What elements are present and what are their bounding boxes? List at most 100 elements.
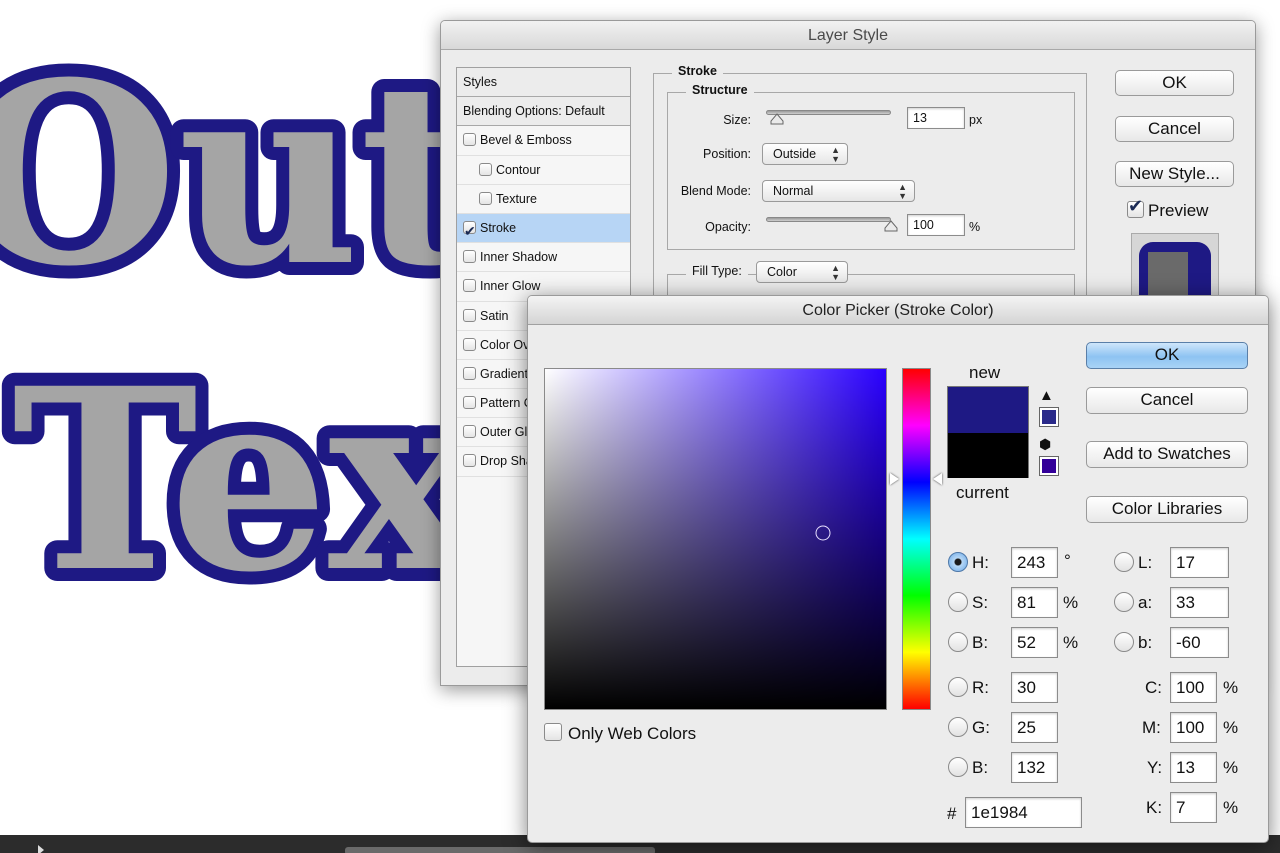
effect-checkbox[interactable]: [479, 162, 492, 176]
saturation-radio[interactable]: [948, 592, 968, 612]
web-safe-cube-icon[interactable]: ⬢: [1039, 436, 1051, 453]
green-radio[interactable]: [948, 717, 968, 737]
b-channel-radio[interactable]: [1114, 632, 1134, 652]
brightness-label: B:: [972, 633, 989, 652]
effect-item[interactable]: Contour: [457, 156, 630, 185]
effect-label: Stroke: [480, 220, 517, 235]
styles-header[interactable]: Styles: [457, 68, 630, 98]
updown-arrows-icon: ▲ ▼: [831, 263, 840, 282]
effect-label: Bevel & Emboss: [480, 133, 572, 148]
hue-slider-left-arrow-icon[interactable]: [890, 473, 899, 486]
yellow-input[interactable]: 13: [1170, 752, 1217, 783]
effect-item[interactable]: Bevel & Emboss: [457, 126, 630, 156]
position-label: Position:: [703, 147, 751, 161]
brightness-unit: %: [1063, 633, 1079, 652]
horizontal-scrollbar[interactable]: [345, 847, 655, 853]
opacity-slider-thumb[interactable]: [884, 220, 898, 232]
layer-style-cancel-button[interactable]: Cancel: [1115, 116, 1234, 142]
out-of-gamut-warning-icon[interactable]: ▲: [1039, 387, 1054, 404]
color-comparison-swatch: [947, 386, 1029, 478]
effect-checkbox[interactable]: [463, 308, 476, 322]
opacity-slider[interactable]: [766, 217, 891, 222]
position-select[interactable]: Outside ▲ ▼: [762, 143, 848, 165]
effect-checkbox[interactable]: [463, 366, 476, 380]
hex-input[interactable]: 1e1984: [965, 797, 1082, 828]
green-input[interactable]: 25: [1011, 712, 1058, 743]
red-input[interactable]: 30: [1011, 672, 1058, 703]
b-channel-input[interactable]: -60: [1170, 627, 1229, 658]
effect-label: Inner Shadow: [480, 250, 558, 265]
magenta-input[interactable]: 100: [1170, 712, 1217, 743]
effect-checkbox[interactable]: [463, 454, 476, 468]
a-channel-input[interactable]: 33: [1170, 587, 1229, 618]
effect-item[interactable]: Stroke: [457, 213, 630, 244]
red-label: R:: [972, 678, 989, 697]
size-slider[interactable]: [766, 110, 891, 115]
blending-options-item[interactable]: Blending Options: Default: [457, 97, 630, 127]
hue-input[interactable]: 243: [1011, 547, 1058, 578]
hue-slider[interactable]: [902, 368, 931, 710]
hue-radio[interactable]: [948, 552, 968, 572]
only-web-colors-checkbox[interactable]: Only Web Colors: [544, 723, 696, 744]
black-key-input[interactable]: 7: [1170, 792, 1217, 823]
only-web-colors-box[interactable]: [544, 723, 562, 741]
black-key-label: K:: [1146, 798, 1163, 817]
layer-style-ok-button[interactable]: OK: [1115, 70, 1234, 96]
effect-checkbox[interactable]: [463, 425, 476, 439]
fill-type-select[interactable]: Color ▲ ▼: [756, 261, 848, 283]
blue-input[interactable]: 132: [1011, 752, 1058, 783]
preview-checkbox-box[interactable]: [1127, 196, 1144, 218]
magenta-label: M:: [1142, 718, 1161, 737]
new-style-button[interactable]: New Style...: [1115, 161, 1234, 187]
lightness-input[interactable]: 17: [1170, 547, 1229, 578]
red-radio[interactable]: [948, 677, 968, 697]
effect-label: Texture: [496, 191, 537, 206]
a-channel-radio[interactable]: [1114, 592, 1134, 612]
effect-checkbox[interactable]: [463, 396, 476, 410]
gamut-correction-swatch[interactable]: [1039, 407, 1059, 427]
blue-radio[interactable]: [948, 757, 968, 777]
effect-checkbox[interactable]: [463, 250, 476, 264]
brightness-input[interactable]: 52: [1011, 627, 1058, 658]
a-channel-label: a:: [1138, 593, 1153, 612]
color-picker-title: Color Picker (Stroke Color): [528, 296, 1268, 325]
brightness-radio[interactable]: [948, 632, 968, 652]
effect-checkbox[interactable]: [463, 337, 476, 351]
effect-checkbox[interactable]: [463, 133, 476, 147]
effect-item[interactable]: Texture: [457, 185, 630, 214]
size-slider-thumb[interactable]: [770, 113, 784, 125]
effect-checkbox[interactable]: [479, 191, 492, 205]
color-libraries-button[interactable]: Color Libraries: [1086, 496, 1248, 523]
fill-type-label: Fill Type:: [686, 264, 748, 278]
effect-label: Satin: [480, 308, 509, 323]
cyan-label: C:: [1145, 678, 1162, 697]
color-picker-dialog: Color Picker (Stroke Color) new current …: [527, 295, 1269, 843]
web-safe-swatch[interactable]: [1039, 456, 1059, 476]
blue-label: B:: [972, 758, 989, 777]
saturation-input[interactable]: 81: [1011, 587, 1058, 618]
blend-mode-value: Normal: [773, 184, 814, 198]
saturation-unit: %: [1063, 593, 1079, 612]
effect-checkbox[interactable]: [463, 279, 476, 293]
size-input[interactable]: 13: [907, 107, 965, 129]
add-to-swatches-button[interactable]: Add to Swatches: [1086, 441, 1248, 468]
cyan-input[interactable]: 100: [1170, 672, 1217, 703]
color-selection-cursor[interactable]: [815, 525, 831, 541]
effect-item[interactable]: Inner Shadow: [457, 243, 630, 273]
effect-checkbox[interactable]: [463, 217, 476, 242]
lightness-radio[interactable]: [1114, 552, 1134, 572]
hue-slider-right-arrow-icon[interactable]: [933, 473, 942, 486]
expand-arrow-icon[interactable]: [38, 845, 44, 853]
sv-black-gradient: [545, 369, 886, 709]
lightness-label: L:: [1138, 553, 1153, 572]
preview-checkbox[interactable]: Preview: [1127, 196, 1208, 221]
color-picker-cancel-button[interactable]: Cancel: [1086, 387, 1248, 414]
b-channel-label: b:: [1138, 633, 1153, 652]
opacity-input[interactable]: 100: [907, 214, 965, 236]
blend-mode-select[interactable]: Normal ▲ ▼: [762, 180, 915, 202]
opacity-unit: %: [969, 220, 981, 234]
saturation-brightness-field[interactable]: [544, 368, 887, 710]
color-picker-ok-button[interactable]: OK: [1086, 342, 1248, 369]
cyan-unit: %: [1223, 678, 1239, 697]
current-color-swatch[interactable]: [948, 433, 1028, 478]
